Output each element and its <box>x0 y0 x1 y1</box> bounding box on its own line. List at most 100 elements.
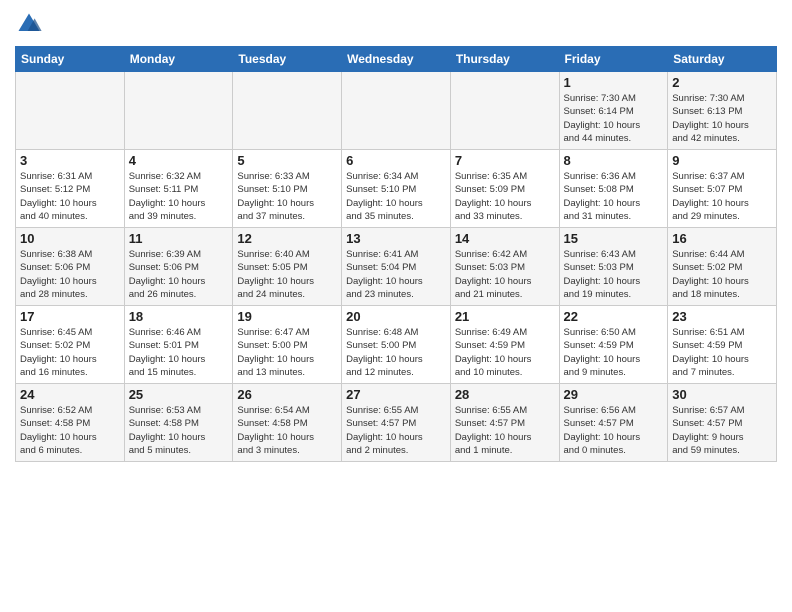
day-info: Sunrise: 6:51 AM Sunset: 4:59 PM Dayligh… <box>672 326 772 379</box>
week-row-1: 3 Sunrise: 6:31 AM Sunset: 5:12 PM Daylig… <box>16 150 777 228</box>
day-header-saturday: Saturday <box>668 47 777 72</box>
day-number: 1 <box>564 75 664 90</box>
day-info: Sunrise: 6:50 AM Sunset: 4:59 PM Dayligh… <box>564 326 664 379</box>
day-cell: 2 Sunrise: 7:30 AM Sunset: 6:13 PM Daylig… <box>668 72 777 150</box>
day-number: 26 <box>237 387 337 402</box>
day-info: Sunrise: 6:37 AM Sunset: 5:07 PM Dayligh… <box>672 170 772 223</box>
day-number: 16 <box>672 231 772 246</box>
day-cell <box>124 72 233 150</box>
day-cell: 17 Sunrise: 6:45 AM Sunset: 5:02 PM Dayli… <box>16 306 125 384</box>
day-number: 2 <box>672 75 772 90</box>
day-cell: 12 Sunrise: 6:40 AM Sunset: 5:05 PM Dayli… <box>233 228 342 306</box>
day-header-thursday: Thursday <box>450 47 559 72</box>
day-number: 14 <box>455 231 555 246</box>
day-number: 25 <box>129 387 229 402</box>
day-header-tuesday: Tuesday <box>233 47 342 72</box>
day-number: 22 <box>564 309 664 324</box>
day-number: 28 <box>455 387 555 402</box>
day-info: Sunrise: 6:34 AM Sunset: 5:10 PM Dayligh… <box>346 170 446 223</box>
day-cell: 4Sunrise: 6:32 AM Sunset: 5:11 PM Daylig… <box>124 150 233 228</box>
day-info: Sunrise: 7:30 AM Sunset: 6:13 PM Dayligh… <box>672 92 772 145</box>
day-number: 6 <box>346 153 446 168</box>
day-cell: 29 Sunrise: 6:56 AM Sunset: 4:57 PM Dayli… <box>559 384 668 462</box>
day-cell: 13 Sunrise: 6:41 AM Sunset: 5:04 PM Dayli… <box>342 228 451 306</box>
day-number: 24 <box>20 387 120 402</box>
day-cell: 9 Sunrise: 6:37 AM Sunset: 5:07 PM Daylig… <box>668 150 777 228</box>
day-info: Sunrise: 6:52 AM Sunset: 4:58 PM Dayligh… <box>20 404 120 457</box>
day-number: 12 <box>237 231 337 246</box>
day-info: Sunrise: 6:55 AM Sunset: 4:57 PM Dayligh… <box>455 404 555 457</box>
week-row-3: 17 Sunrise: 6:45 AM Sunset: 5:02 PM Dayli… <box>16 306 777 384</box>
day-info: Sunrise: 6:53 AM Sunset: 4:58 PM Dayligh… <box>129 404 229 457</box>
day-cell: 23 Sunrise: 6:51 AM Sunset: 4:59 PM Dayli… <box>668 306 777 384</box>
day-info: Sunrise: 6:35 AM Sunset: 5:09 PM Dayligh… <box>455 170 555 223</box>
day-cell <box>450 72 559 150</box>
day-number: 15 <box>564 231 664 246</box>
day-info: Sunrise: 6:57 AM Sunset: 4:57 PM Dayligh… <box>672 404 772 457</box>
header <box>15 10 777 38</box>
day-info: Sunrise: 7:30 AM Sunset: 6:14 PM Dayligh… <box>564 92 664 145</box>
day-cell: 30 Sunrise: 6:57 AM Sunset: 4:57 PM Dayli… <box>668 384 777 462</box>
logo <box>15 10 47 38</box>
day-cell: 10 Sunrise: 6:38 AM Sunset: 5:06 PM Dayli… <box>16 228 125 306</box>
day-info: Sunrise: 6:42 AM Sunset: 5:03 PM Dayligh… <box>455 248 555 301</box>
day-cell: 15 Sunrise: 6:43 AM Sunset: 5:03 PM Dayli… <box>559 228 668 306</box>
day-info: Sunrise: 6:46 AM Sunset: 5:01 PM Dayligh… <box>129 326 229 379</box>
day-number: 10 <box>20 231 120 246</box>
day-cell <box>233 72 342 150</box>
day-cell: 20 Sunrise: 6:48 AM Sunset: 5:00 PM Dayli… <box>342 306 451 384</box>
day-cell: 3 Sunrise: 6:31 AM Sunset: 5:12 PM Daylig… <box>16 150 125 228</box>
day-info: Sunrise: 6:40 AM Sunset: 5:05 PM Dayligh… <box>237 248 337 301</box>
day-cell: 7 Sunrise: 6:35 AM Sunset: 5:09 PM Daylig… <box>450 150 559 228</box>
day-info: Sunrise: 6:31 AM Sunset: 5:12 PM Dayligh… <box>20 170 120 223</box>
day-number: 7 <box>455 153 555 168</box>
day-info: Sunrise: 6:39 AM Sunset: 5:06 PM Dayligh… <box>129 248 229 301</box>
day-number: 8 <box>564 153 664 168</box>
day-cell: 5Sunrise: 6:33 AM Sunset: 5:10 PM Daylig… <box>233 150 342 228</box>
day-cell: 28 Sunrise: 6:55 AM Sunset: 4:57 PM Dayli… <box>450 384 559 462</box>
day-header-sunday: Sunday <box>16 47 125 72</box>
day-number: 17 <box>20 309 120 324</box>
day-info: Sunrise: 6:33 AM Sunset: 5:10 PM Dayligh… <box>237 170 337 223</box>
header-row: SundayMondayTuesdayWednesdayThursdayFrid… <box>16 47 777 72</box>
week-row-4: 24 Sunrise: 6:52 AM Sunset: 4:58 PM Dayli… <box>16 384 777 462</box>
day-cell: 21 Sunrise: 6:49 AM Sunset: 4:59 PM Dayli… <box>450 306 559 384</box>
day-cell <box>342 72 451 150</box>
day-cell: 25 Sunrise: 6:53 AM Sunset: 4:58 PM Dayli… <box>124 384 233 462</box>
day-info: Sunrise: 6:49 AM Sunset: 4:59 PM Dayligh… <box>455 326 555 379</box>
day-info: Sunrise: 6:38 AM Sunset: 5:06 PM Dayligh… <box>20 248 120 301</box>
day-number: 23 <box>672 309 772 324</box>
day-cell: 1 Sunrise: 7:30 AM Sunset: 6:14 PM Daylig… <box>559 72 668 150</box>
day-cell: 19Sunrise: 6:47 AM Sunset: 5:00 PM Dayli… <box>233 306 342 384</box>
day-number: 3 <box>20 153 120 168</box>
week-row-2: 10 Sunrise: 6:38 AM Sunset: 5:06 PM Dayli… <box>16 228 777 306</box>
day-info: Sunrise: 6:45 AM Sunset: 5:02 PM Dayligh… <box>20 326 120 379</box>
day-cell: 8 Sunrise: 6:36 AM Sunset: 5:08 PM Daylig… <box>559 150 668 228</box>
day-number: 9 <box>672 153 772 168</box>
day-header-friday: Friday <box>559 47 668 72</box>
day-info: Sunrise: 6:54 AM Sunset: 4:58 PM Dayligh… <box>237 404 337 457</box>
day-cell: 24 Sunrise: 6:52 AM Sunset: 4:58 PM Dayli… <box>16 384 125 462</box>
day-info: Sunrise: 6:56 AM Sunset: 4:57 PM Dayligh… <box>564 404 664 457</box>
day-cell: 26 Sunrise: 6:54 AM Sunset: 4:58 PM Dayli… <box>233 384 342 462</box>
day-info: Sunrise: 6:48 AM Sunset: 5:00 PM Dayligh… <box>346 326 446 379</box>
day-cell: 6 Sunrise: 6:34 AM Sunset: 5:10 PM Daylig… <box>342 150 451 228</box>
day-cell: 18Sunrise: 6:46 AM Sunset: 5:01 PM Dayli… <box>124 306 233 384</box>
week-row-0: 1 Sunrise: 7:30 AM Sunset: 6:14 PM Daylig… <box>16 72 777 150</box>
day-number: 29 <box>564 387 664 402</box>
day-info: Sunrise: 6:41 AM Sunset: 5:04 PM Dayligh… <box>346 248 446 301</box>
day-number: 11 <box>129 231 229 246</box>
day-cell: 27Sunrise: 6:55 AM Sunset: 4:57 PM Dayli… <box>342 384 451 462</box>
day-info: Sunrise: 6:47 AM Sunset: 5:00 PM Dayligh… <box>237 326 337 379</box>
day-number: 20 <box>346 309 446 324</box>
day-info: Sunrise: 6:32 AM Sunset: 5:11 PM Dayligh… <box>129 170 229 223</box>
day-info: Sunrise: 6:55 AM Sunset: 4:57 PM Dayligh… <box>346 404 446 457</box>
logo-icon <box>15 10 43 38</box>
day-info: Sunrise: 6:36 AM Sunset: 5:08 PM Dayligh… <box>564 170 664 223</box>
day-cell: 14 Sunrise: 6:42 AM Sunset: 5:03 PM Dayli… <box>450 228 559 306</box>
day-number: 21 <box>455 309 555 324</box>
day-number: 30 <box>672 387 772 402</box>
day-number: 13 <box>346 231 446 246</box>
day-info: Sunrise: 6:43 AM Sunset: 5:03 PM Dayligh… <box>564 248 664 301</box>
main-container: SundayMondayTuesdayWednesdayThursdayFrid… <box>0 0 792 467</box>
